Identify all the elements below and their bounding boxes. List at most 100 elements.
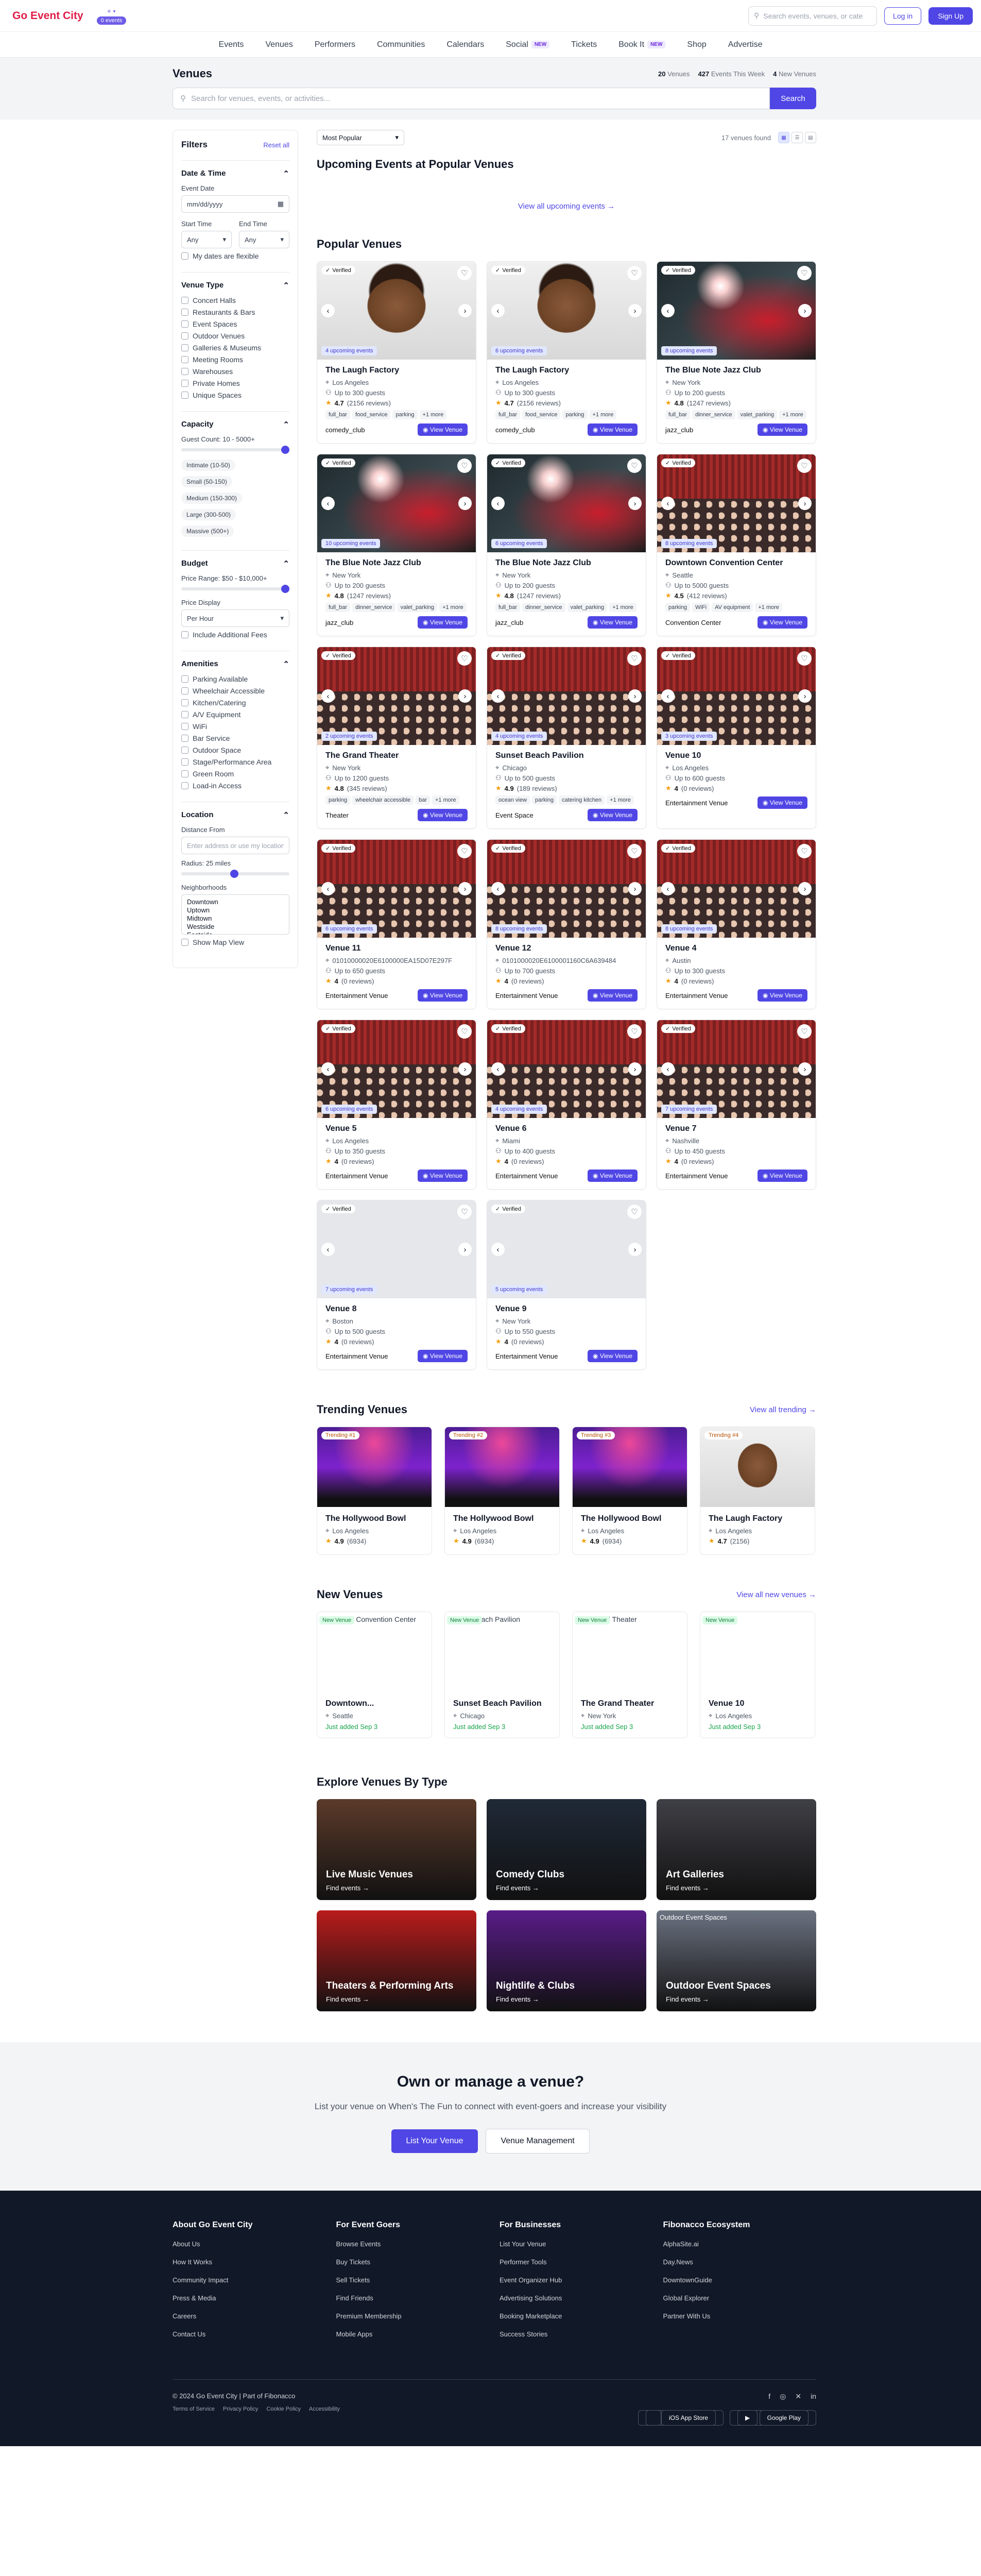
- trending-name[interactable]: The Hollywood Bowl: [581, 1514, 679, 1523]
- checkbox[interactable]: [181, 711, 188, 718]
- view-all-upcoming-link[interactable]: View all upcoming events →: [518, 202, 615, 211]
- chevron-right-icon[interactable]: ›: [798, 497, 812, 510]
- heart-icon[interactable]: ♡: [627, 1024, 642, 1039]
- find-events-link[interactable]: Find events →: [666, 1884, 709, 1892]
- list-view-icon[interactable]: ☰: [791, 132, 803, 143]
- capacity-pill[interactable]: Small (50-150): [181, 476, 232, 487]
- filter-checkbox-restaurants-bars[interactable]: Restaurants & Bars: [181, 308, 289, 316]
- chevron-left-icon[interactable]: ‹: [491, 689, 505, 703]
- view-all-trending-link[interactable]: View all trending →: [750, 1405, 816, 1414]
- nav-item-book-it[interactable]: Book It NEW: [618, 40, 666, 49]
- checkbox[interactable]: [181, 332, 188, 340]
- trending-card[interactable]: Trending #1 The Hollywood Bowl ⌖ Los Angele…: [317, 1427, 432, 1555]
- checkbox[interactable]: [181, 344, 188, 351]
- heart-icon[interactable]: ♡: [457, 844, 472, 858]
- venue-name[interactable]: The Blue Note Jazz Club: [495, 558, 638, 568]
- footer-link[interactable]: Booking Marketplace: [500, 2312, 653, 2320]
- venue-card[interactable]: ✓ Verified ♡ ‹ › 2 upcoming events The Grand T…: [317, 647, 476, 829]
- chevron-up-icon[interactable]: ⌃: [283, 281, 289, 290]
- venue-type-card[interactable]: Outdoor Event Spaces Outdoor Event Spaces…: [657, 1910, 816, 2011]
- footer-link[interactable]: Community Impact: [173, 2276, 326, 2284]
- footer-link[interactable]: Day.News: [663, 2258, 817, 2266]
- footer-link[interactable]: Performer Tools: [500, 2258, 653, 2266]
- chevron-left-icon[interactable]: ‹: [491, 1243, 505, 1256]
- chevron-right-icon[interactable]: ›: [798, 1062, 812, 1076]
- venue-search-button[interactable]: Search: [770, 88, 816, 109]
- checkbox[interactable]: [181, 631, 188, 638]
- venue-type-card[interactable]: Theaters & Performing Arts Find events →: [317, 1910, 476, 2011]
- new-venue-card[interactable]: Downtown Convention Center New Venue Downt…: [317, 1612, 432, 1738]
- filter-checkbox-parking-available[interactable]: Parking Available: [181, 675, 289, 683]
- chevron-right-icon[interactable]: ›: [458, 497, 472, 510]
- footer-link[interactable]: Browse Events: [336, 2240, 490, 2248]
- heart-icon[interactable]: ♡: [797, 266, 812, 280]
- view-venue-button[interactable]: ◉ View Venue: [418, 1350, 468, 1362]
- chevron-right-icon[interactable]: ›: [628, 304, 642, 317]
- venue-name[interactable]: Venue 11: [325, 944, 468, 953]
- signup-button[interactable]: Sign Up: [928, 7, 973, 25]
- find-events-link[interactable]: Find events →: [496, 1884, 539, 1892]
- new-venue-name[interactable]: Downtown...: [325, 1699, 423, 1708]
- view-venue-button[interactable]: ◉ View Venue: [588, 809, 638, 821]
- chevron-left-icon[interactable]: ‹: [491, 497, 505, 510]
- filter-checkbox-load-in-access[interactable]: Load-in Access: [181, 782, 289, 790]
- venue-card[interactable]: ✓ Verified ♡ ‹ › 4 upcoming events The Laugh F…: [317, 261, 476, 444]
- venue-card[interactable]: ✓ Verified ♡ ‹ › 6 upcoming events Venue 11 ⌖ 01…: [317, 839, 476, 1009]
- venue-name[interactable]: Venue 7: [665, 1124, 807, 1133]
- chevron-left-icon[interactable]: ‹: [491, 1062, 505, 1076]
- new-venue-card[interactable]: Venue 10New Venue Venue 10 ⌖Los Angeles Jus…: [700, 1612, 815, 1738]
- end-time-select[interactable]: Any ▾: [239, 231, 289, 248]
- venue-card[interactable]: ✓ Verified ♡ ‹ › 7 upcoming events Venue 7 ⌖ Nas…: [657, 1020, 816, 1190]
- new-venue-name[interactable]: Sunset Beach Pavilion: [453, 1699, 551, 1708]
- checkbox[interactable]: [181, 699, 188, 706]
- venue-name[interactable]: Downtown Convention Center: [665, 558, 807, 568]
- venue-card[interactable]: ✓ Verified ♡ ‹ › 8 upcoming events The Blue No…: [657, 261, 816, 444]
- chevron-left-icon[interactable]: ‹: [321, 882, 335, 895]
- chevron-right-icon[interactable]: ›: [458, 1243, 472, 1256]
- map-view-checkbox[interactable]: Show Map View: [181, 938, 289, 946]
- view-venue-button[interactable]: ◉ View Venue: [758, 796, 807, 809]
- heart-icon[interactable]: ♡: [627, 266, 642, 280]
- neighborhood-option[interactable]: Westside: [187, 923, 284, 931]
- facebook-icon[interactable]: f: [768, 2392, 770, 2401]
- venue-management-button[interactable]: Venue Management: [486, 2129, 590, 2154]
- view-venue-button[interactable]: ◉ View Venue: [758, 423, 807, 436]
- view-venue-button[interactable]: ◉ View Venue: [418, 809, 468, 821]
- filter-checkbox-wifi[interactable]: WiFi: [181, 722, 289, 731]
- new-venue-name[interactable]: The Grand Theater: [581, 1699, 679, 1708]
- filter-checkbox-outdoor-venues[interactable]: Outdoor Venues: [181, 332, 289, 340]
- chevron-left-icon[interactable]: ‹: [321, 689, 335, 703]
- view-venue-button[interactable]: ◉ View Venue: [418, 423, 468, 436]
- chevron-right-icon[interactable]: ›: [798, 882, 812, 895]
- venue-name[interactable]: Venue 8: [325, 1304, 468, 1314]
- checkbox[interactable]: [181, 758, 188, 766]
- legal-link[interactable]: Privacy Policy: [223, 2406, 258, 2412]
- venue-name[interactable]: The Grand Theater: [325, 751, 468, 760]
- heart-icon[interactable]: ♡: [627, 459, 642, 473]
- view-venue-button[interactable]: ◉ View Venue: [588, 423, 638, 436]
- neighborhood-option[interactable]: Downtown: [187, 898, 284, 906]
- checkbox[interactable]: [181, 747, 188, 754]
- footer-link[interactable]: Buy Tickets: [336, 2258, 490, 2266]
- view-venue-button[interactable]: ◉ View Venue: [588, 1170, 638, 1182]
- reset-filters-link[interactable]: Reset all: [263, 141, 289, 149]
- chevron-up-icon[interactable]: ⌃: [283, 559, 289, 568]
- additional-fees-checkbox[interactable]: Include Additional Fees: [181, 631, 289, 639]
- nav-item-events[interactable]: Events: [219, 40, 244, 49]
- checkbox[interactable]: [181, 687, 188, 694]
- nav-item-communities[interactable]: Communities: [377, 40, 425, 49]
- venue-card[interactable]: ✓ Verified ♡ ‹ › 4 upcoming events Venue 6 ⌖ Mia…: [487, 1020, 646, 1190]
- view-venue-button[interactable]: ◉ View Venue: [588, 1350, 638, 1362]
- view-venue-button[interactable]: ◉ View Venue: [588, 616, 638, 629]
- checkbox[interactable]: [181, 735, 188, 742]
- footer-link[interactable]: Global Explorer: [663, 2294, 817, 2302]
- checkbox[interactable]: [181, 368, 188, 375]
- chevron-left-icon[interactable]: ‹: [321, 304, 335, 317]
- chevron-right-icon[interactable]: ›: [458, 882, 472, 895]
- neighborhoods-select[interactable]: DowntownUptownMidtownWestsideEastside: [181, 894, 289, 935]
- chevron-right-icon[interactable]: ›: [458, 304, 472, 317]
- venue-type-card[interactable]: Art Galleries Find events →: [657, 1799, 816, 1900]
- view-venue-button[interactable]: ◉ View Venue: [758, 616, 807, 629]
- heart-icon[interactable]: ♡: [797, 1024, 812, 1039]
- heart-icon[interactable]: ♡: [797, 651, 812, 666]
